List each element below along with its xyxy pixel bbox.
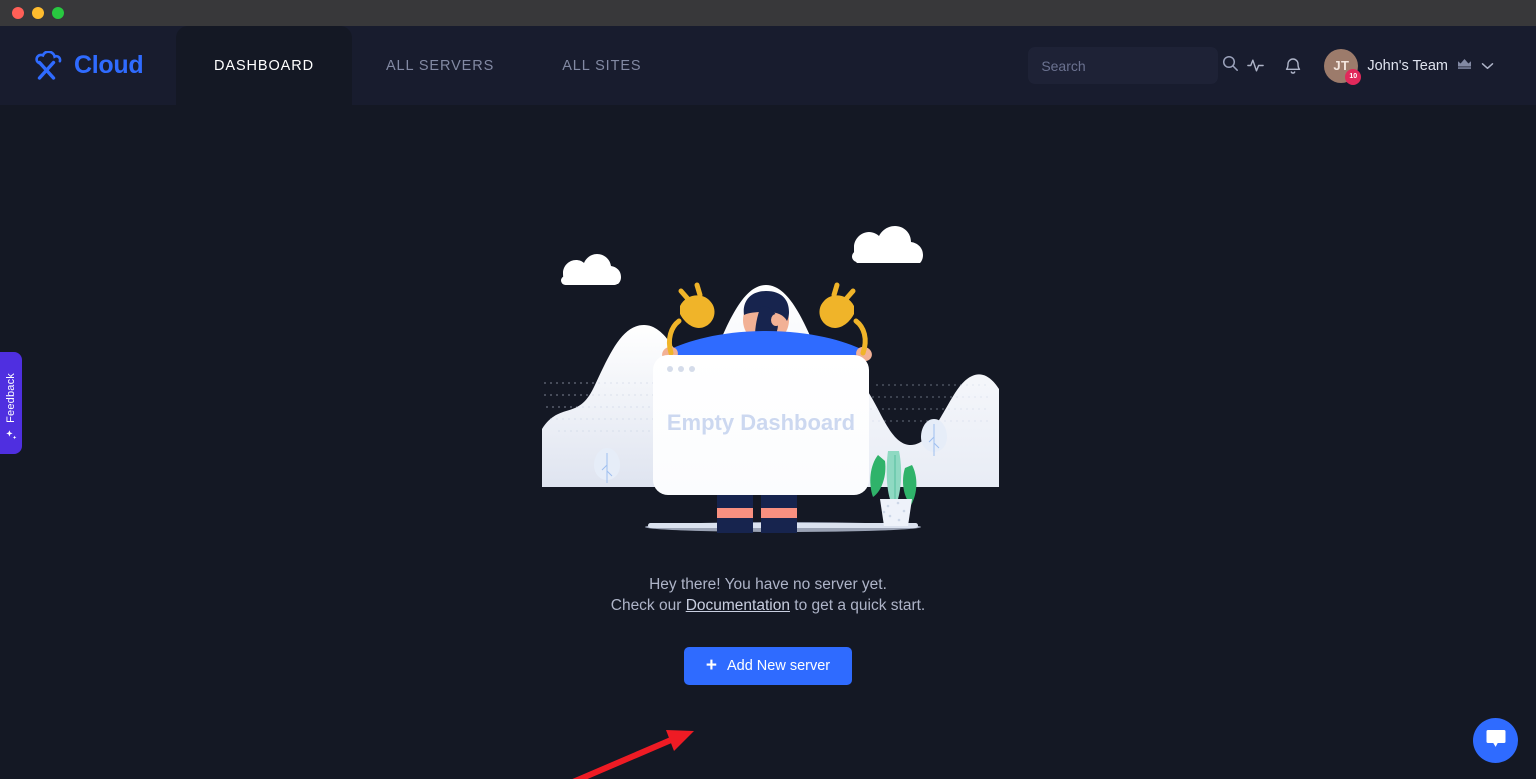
app-header: Cloud DASHBOARD ALL SERVERS ALL SITES Se… <box>0 26 1536 105</box>
sparkle-icon <box>5 429 18 447</box>
xcloud-logo-icon <box>33 49 67 81</box>
minimize-window-button[interactable] <box>32 7 44 19</box>
tab-all-servers-label: ALL SERVERS <box>385 57 495 74</box>
add-new-server-button[interactable]: + Add New server <box>683 647 853 685</box>
crown-icon <box>1457 57 1472 75</box>
empty-state-line-2-prefix: Check our <box>610 597 686 614</box>
main-nav: DASHBOARD ALL SERVERS ALL SITES <box>176 26 675 105</box>
search-input[interactable] <box>1041 57 1223 74</box>
red-arrow-annotation <box>572 730 694 779</box>
chat-widget-button[interactable] <box>1473 718 1518 763</box>
zoom-window-button[interactable] <box>52 7 64 19</box>
chevron-down-icon[interactable] <box>1481 57 1494 75</box>
tab-all-sites-label: ALL SITES <box>562 57 642 74</box>
chat-bubble-icon <box>1485 728 1507 753</box>
team-switcher[interactable]: JT 10 John's Team <box>1320 43 1506 89</box>
avatar: JT 10 <box>1324 48 1362 85</box>
tab-dashboard-label: DASHBOARD <box>214 57 314 74</box>
search-box[interactable] <box>1028 47 1239 84</box>
brand-name: Cloud <box>74 51 144 79</box>
illustration-card-text: Empty Dashboard <box>667 410 855 435</box>
empty-dashboard-illustration: Empty Dashboard <box>528 203 1008 558</box>
activity-pulse-icon[interactable] <box>1236 47 1274 85</box>
add-new-server-label: Add New server <box>726 658 831 674</box>
tab-all-sites[interactable]: ALL SITES <box>528 26 675 105</box>
team-name-label: John's Team <box>1367 57 1448 74</box>
window-titlebar <box>0 0 1536 26</box>
empty-state-line-2-suffix: to get a quick start. <box>789 597 926 614</box>
header-actions: JT 10 John's Team <box>1028 43 1536 89</box>
bell-icon[interactable] <box>1274 47 1312 85</box>
empty-state-line-2: Check our Documentation to get a quick s… <box>611 595 925 616</box>
avatar-badge: 10 <box>1345 68 1362 85</box>
close-window-button[interactable] <box>12 7 24 19</box>
brand-logo[interactable]: Cloud <box>0 49 176 81</box>
documentation-link[interactable]: Documentation <box>686 597 790 614</box>
feedback-tab[interactable]: Feedback <box>0 352 22 454</box>
dashboard-empty-state: Empty Dashboard Hey there! You have no s… <box>0 105 1536 779</box>
tab-dashboard[interactable]: DASHBOARD <box>176 26 352 105</box>
feedback-tab-label: Feedback <box>5 373 17 423</box>
empty-state-line-1: Hey there! You have no server yet. <box>649 576 887 593</box>
tab-all-servers[interactable]: ALL SERVERS <box>352 26 528 105</box>
